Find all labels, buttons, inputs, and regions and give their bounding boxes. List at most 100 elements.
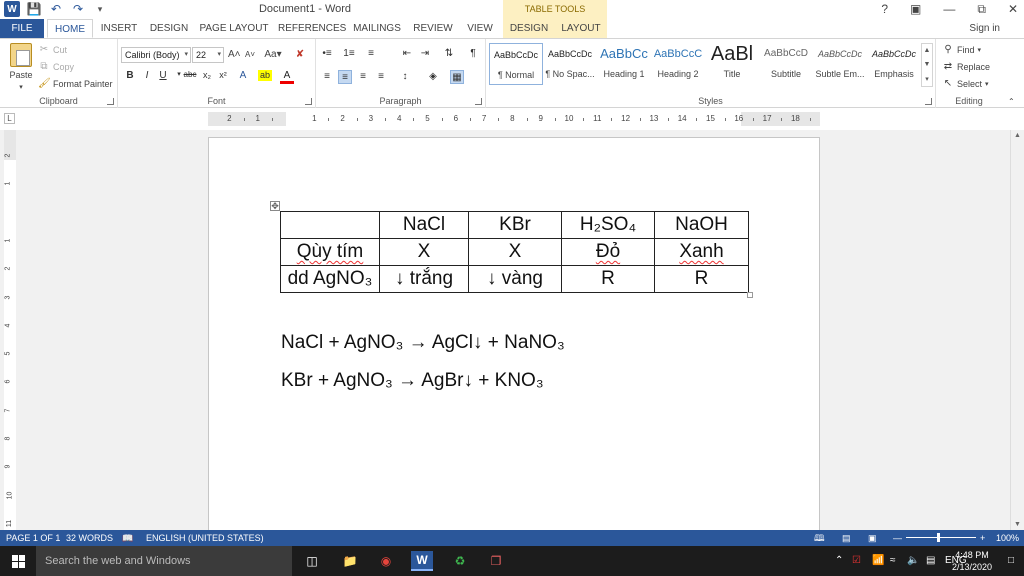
justify-icon[interactable]: ≡ — [374, 70, 388, 84]
table-cell[interactable]: NaCl — [379, 211, 469, 239]
minimize-button[interactable]: — — [943, 2, 955, 17]
word-taskbar-icon[interactable]: W — [411, 551, 433, 571]
sort-icon[interactable]: ⇅ — [442, 47, 456, 61]
tab-table-design[interactable]: DESIGN — [503, 19, 555, 38]
chevron-up-icon[interactable]: ▲ — [924, 47, 931, 54]
zoom-slider-thumb[interactable] — [937, 533, 940, 542]
style-subtle-emphasis[interactable]: AaBbCcDc Subtle Em... — [813, 43, 867, 85]
show-formatting-marks-icon[interactable]: ¶ — [466, 47, 480, 61]
vertical-ruler[interactable]: 2 1 1 2 3 4 5 6 7 8 9 10 11 — [4, 130, 16, 530]
start-button[interactable] — [0, 546, 36, 576]
find-button[interactable]: ⚲ Find ▾ — [942, 44, 981, 56]
style-emphasis[interactable]: AaBbCcDc Emphasis — [867, 43, 921, 85]
shrink-font-button[interactable]: A˅ — [244, 49, 256, 61]
style-heading-1[interactable]: AaBbCc Heading 1 — [597, 43, 651, 85]
subscript-button[interactable]: x₂ — [200, 70, 214, 80]
superscript-button[interactable]: x² — [216, 70, 230, 80]
scroll-down-icon[interactable]: ▼ — [1014, 521, 1021, 528]
align-center-icon[interactable]: ≡ — [338, 70, 352, 84]
highlight-color-button[interactable]: ab — [258, 70, 272, 81]
equation-line[interactable]: KBr + AgNO₃ → AgBr↓ + KNO₃ — [281, 370, 544, 392]
table-cell[interactable]: R — [561, 265, 655, 293]
scroll-up-icon[interactable]: ▲ — [1014, 132, 1021, 139]
font-name-box[interactable]: Calibri (Body) ▾ — [121, 47, 191, 63]
tab-home[interactable]: HOME — [47, 19, 93, 38]
table-cell[interactable]: H₂SO₄ — [561, 211, 655, 239]
zoom-out-icon[interactable]: — — [893, 530, 902, 546]
table-cell[interactable]: X — [379, 238, 469, 266]
tab-selector-icon[interactable]: L — [4, 113, 15, 124]
sign-in-link[interactable]: Sign in — [969, 19, 1000, 38]
replace-button[interactable]: ⇄ Replace — [942, 61, 990, 73]
bullets-icon[interactable]: •≡ — [320, 47, 334, 61]
decrease-indent-icon[interactable]: ⇤ — [400, 47, 414, 61]
grow-font-button[interactable]: A˄ — [228, 49, 241, 61]
table-cell[interactable]: dd AgNO₃ — [280, 265, 380, 293]
vertical-scrollbar[interactable]: ▲ ▼ — [1010, 130, 1024, 530]
align-right-icon[interactable]: ≡ — [356, 70, 370, 84]
style-subtitle[interactable]: AaBbCcD Subtitle — [759, 43, 813, 85]
line-spacing-icon[interactable]: ↕ — [398, 70, 412, 84]
app-puzzle-icon[interactable]: ❐ — [485, 551, 507, 571]
style-normal[interactable]: AaBbCcDc ¶ Normal — [489, 43, 543, 85]
borders-icon[interactable]: ▦ — [450, 70, 464, 84]
table-resize-handle-icon[interactable] — [747, 292, 753, 298]
help-button[interactable]: ? — [881, 2, 888, 17]
paste-button[interactable]: Paste ▾ — [6, 43, 36, 91]
shading-icon[interactable]: ◈ — [426, 70, 440, 84]
table-cell[interactable]: ↓ trắng — [379, 265, 469, 293]
notifications-tray-icon[interactable]: ▤ — [926, 546, 935, 576]
font-size-box[interactable]: 22 ▾ — [192, 47, 224, 63]
print-layout-icon[interactable]: ▤ — [842, 530, 851, 546]
tab-view[interactable]: VIEW — [462, 19, 498, 38]
style-no-spacing[interactable]: AaBbCcDc ¶ No Spac... — [543, 43, 597, 85]
cut-button[interactable]: ✂ Cut — [38, 44, 67, 56]
proofing-icon[interactable]: 📖 — [122, 530, 133, 546]
chevron-down-icon[interactable]: ▼ — [924, 61, 931, 68]
change-case-button[interactable]: Aa▾ — [264, 49, 282, 61]
chrome-icon[interactable]: ◉ — [375, 551, 397, 571]
underline-button[interactable]: U — [156, 70, 170, 81]
close-button[interactable]: ✕ — [1008, 2, 1018, 17]
clock[interactable]: 4:48 PM 2/13/2020 — [952, 549, 992, 573]
styles-dialog-launcher-icon[interactable] — [925, 98, 932, 105]
page-count[interactable]: PAGE 1 OF 1 — [6, 530, 60, 546]
tray-expand-icon[interactable]: ⌃ — [835, 546, 843, 576]
paragraph-dialog-launcher-icon[interactable] — [475, 98, 482, 105]
table-cell[interactable]: X — [468, 238, 562, 266]
font-dialog-launcher-icon[interactable] — [305, 98, 312, 105]
format-painter-button[interactable]: 🖌 Format Painter — [38, 78, 113, 90]
volume-tray-icon[interactable]: 🔈 — [907, 546, 919, 576]
table-move-handle-icon[interactable]: ✥ — [270, 201, 280, 211]
more-icon[interactable]: ▾ — [925, 75, 929, 83]
tab-page-layout[interactable]: PAGE LAYOUT — [199, 19, 269, 38]
text-effects-button[interactable]: A — [236, 70, 250, 81]
language-status[interactable]: ENGLISH (UNITED STATES) — [146, 530, 264, 546]
numbering-icon[interactable]: 1≡ — [342, 47, 356, 61]
styles-gallery-scroll[interactable]: ▲ ▼ ▾ — [921, 43, 933, 87]
taskbar-search-box[interactable]: Search the web and Windows — [36, 546, 292, 576]
zoom-level[interactable]: 100% — [996, 530, 1019, 546]
italic-button[interactable]: I — [140, 70, 154, 81]
restore-button[interactable]: ⧉ — [977, 2, 986, 17]
table-cell[interactable]: Xanh — [654, 238, 749, 266]
horizontal-ruler[interactable]: 2 1 1 2 3 4 5 6 7 8 9 10 11 12 13 14 15 16 17 18 — [208, 112, 820, 126]
tab-mailings[interactable]: MAILINGS — [350, 19, 404, 38]
tab-review[interactable]: REVIEW — [411, 19, 455, 38]
zoom-in-icon[interactable]: + — [980, 530, 985, 546]
table-cell[interactable]: KBr — [468, 211, 562, 239]
multilevel-list-icon[interactable]: ≡ — [364, 47, 378, 61]
clipboard-dialog-launcher-icon[interactable] — [107, 98, 114, 105]
file-explorer-icon[interactable]: 📁 — [339, 551, 361, 571]
network-tray-icon[interactable]: 📶 — [872, 546, 884, 576]
style-heading-2[interactable]: AaBbCcC Heading 2 — [651, 43, 705, 85]
table-cell[interactable]: ↓ vàng — [468, 265, 562, 293]
read-mode-icon[interactable]: 🕮 — [814, 530, 825, 546]
table-cell[interactable] — [280, 211, 380, 239]
antivirus-tray-icon[interactable]: ☑ — [852, 546, 861, 576]
document-page[interactable]: ✥ NaCl KBr H₂SO₄ NaOH Qùy tím X X Đỏ Xan… — [208, 137, 820, 530]
table-cell[interactable]: R — [654, 265, 749, 293]
web-layout-icon[interactable]: ▣ — [868, 530, 877, 546]
word-count[interactable]: 32 WORDS — [66, 530, 113, 546]
app-green-icon[interactable]: ♻ — [449, 551, 471, 571]
